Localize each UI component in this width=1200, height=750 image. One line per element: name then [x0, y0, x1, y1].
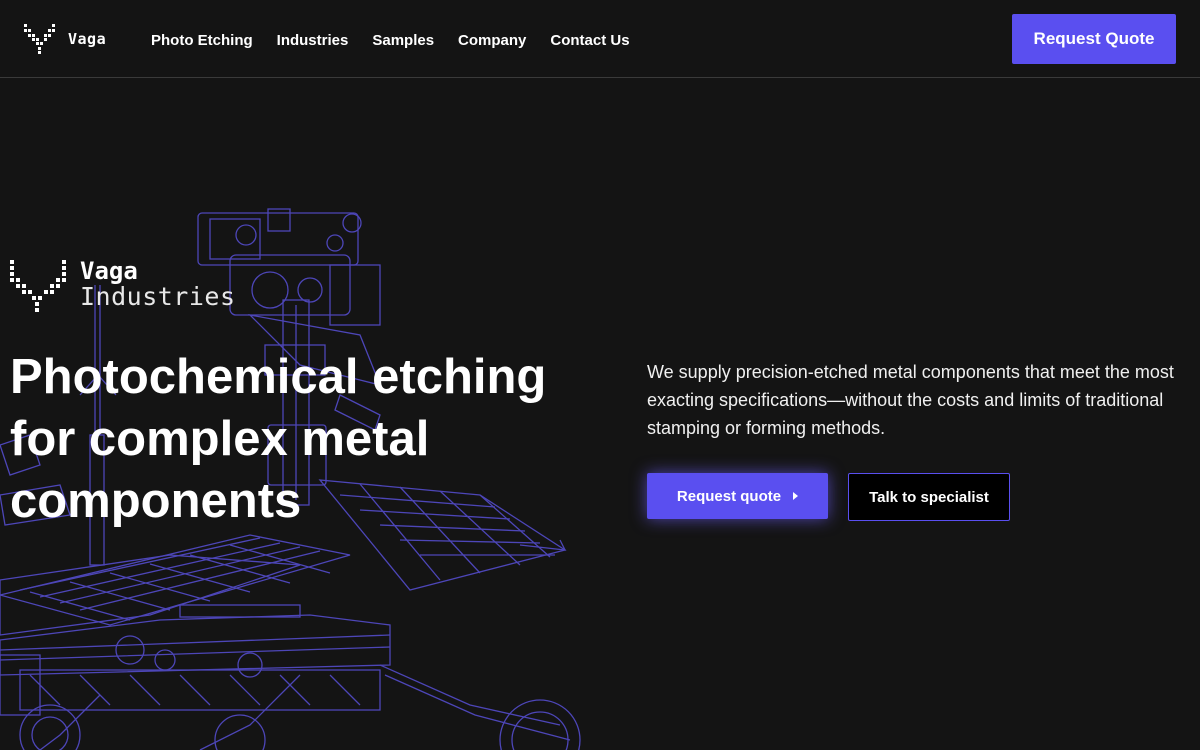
brand[interactable]: Vaga	[24, 22, 106, 56]
vaga-logo-icon	[24, 24, 55, 54]
brand-name: Vaga	[68, 30, 107, 48]
hero-logo: Vaga Industries	[10, 258, 236, 314]
nav-item-photo-etching[interactable]: Photo Etching	[151, 32, 253, 49]
request-quote-label: Request quote	[676, 487, 782, 505]
request-quote-nav-button[interactable]: Request Quote	[1012, 14, 1176, 64]
talk-to-specialist-button[interactable]: Talk to specialist	[848, 473, 1010, 521]
hero-logo-name: Vaga	[80, 257, 138, 285]
nav-item-industries[interactable]: Industries	[277, 32, 349, 49]
nav-item-samples[interactable]: Samples	[372, 32, 434, 49]
hero-description: We supply precision-etched metal compone…	[647, 362, 1174, 438]
top-navbar: Vaga Photo Etching Industries Samples Co…	[0, 0, 1200, 78]
nav-item-contact-us[interactable]: Contact Us	[550, 32, 629, 49]
caret-right-icon	[793, 492, 799, 500]
main-nav: Photo Etching Industries Samples Company…	[151, 32, 630, 49]
nav-item-company[interactable]: Company	[458, 32, 526, 49]
hero-title: Photochemical etching for complex metal …	[10, 350, 547, 528]
request-quote-button[interactable]: Request quote	[647, 473, 828, 519]
vaga-logo-icon-large	[10, 260, 66, 312]
hero-logo-subtitle: Industries	[80, 282, 236, 311]
